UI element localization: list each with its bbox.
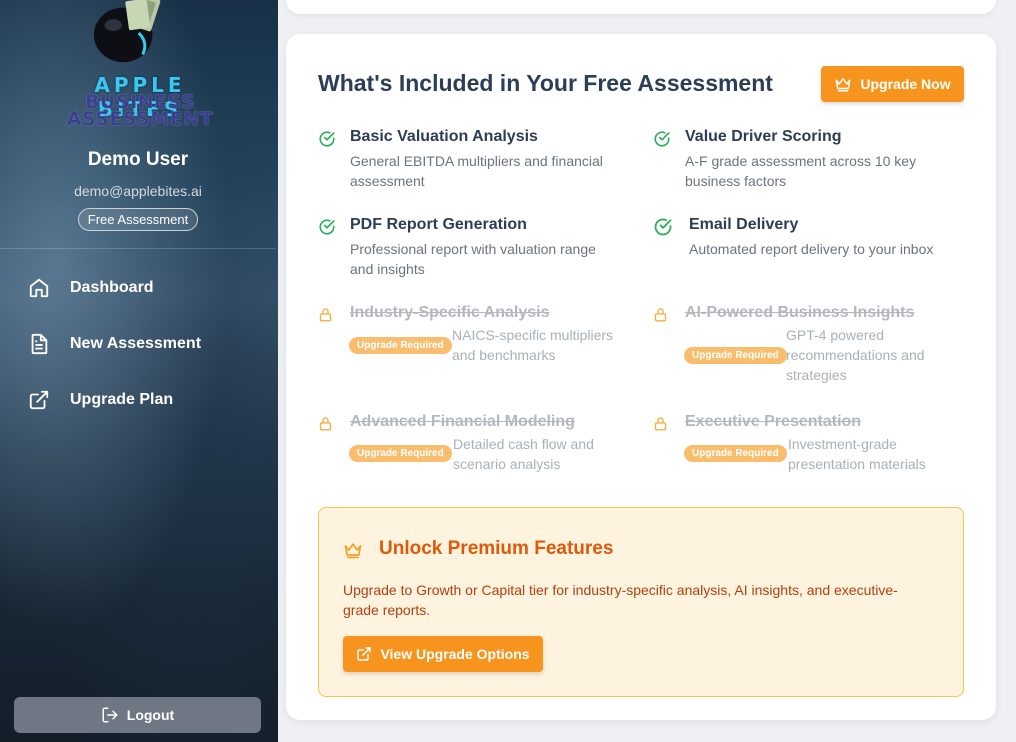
upgrade-required-badge: Upgrade Required [684, 445, 787, 462]
nav-item-label: Upgrade Plan [70, 391, 174, 408]
feature-title: Executive Presentation [685, 413, 862, 430]
lock-icon [319, 308, 332, 322]
locked-feature-item: Industry-Specific Analysis Upgrade Requi… [318, 304, 613, 384]
view-upgrade-options-label: View Upgrade Options [380, 646, 530, 662]
check-circle-icon [654, 218, 672, 236]
lock-icon [654, 308, 667, 322]
feature-item: PDF Report Generation Professional repor… [318, 216, 608, 277]
feature-title: AI-Powered Business Insights [685, 304, 915, 321]
check-circle-icon [319, 219, 335, 235]
feature-title: Basic Valuation Analysis [350, 128, 538, 145]
feature-title: Industry-Specific Analysis [350, 304, 550, 321]
lock-icon [319, 417, 332, 431]
view-upgrade-options-button[interactable]: View Upgrade Options [343, 636, 543, 672]
home-icon [29, 278, 49, 298]
locked-feature-item: Executive Presentation Upgrade Required … [653, 413, 943, 473]
brand-subtitle-line2: ASSESSMENT [66, 108, 214, 130]
tier-badge: Free Assessment [77, 208, 199, 231]
upgrade-now-label: Upgrade Now [860, 76, 951, 92]
promo-title: Unlock Premium Features [379, 538, 614, 559]
feature-desc: Professional report with valuation range… [350, 241, 596, 277]
external-link-icon [357, 647, 372, 661]
brand-subtitle: BUSINESS ASSESSMENT [50, 93, 230, 130]
feature-title: Email Delivery [689, 216, 799, 233]
user-email: demo@applebites.ai [74, 183, 202, 199]
previous-card [286, 0, 996, 14]
check-circle-icon [654, 131, 670, 147]
crown-icon [835, 78, 851, 92]
nav-item-label: Dashboard [70, 279, 154, 296]
document-icon [31, 333, 48, 355]
feature-item: Email Delivery Automated report delivery… [653, 216, 943, 276]
feature-desc: A-F grade assessment across 10 key busin… [685, 153, 917, 189]
nav-item-label: New Assessment [70, 335, 202, 352]
feature-item: Basic Valuation Analysis General EBITDA … [318, 128, 608, 189]
feature-desc: NAICS-specific multipliers and benchmark… [452, 327, 614, 363]
feature-title: Value Driver Scoring [685, 128, 842, 145]
feature-desc: Detailed cash flow and scenario analysis [453, 436, 594, 472]
crown-icon [344, 543, 362, 559]
sidebar-divider [0, 248, 276, 249]
feature-desc: Investment-grade presentation materials [788, 436, 926, 472]
check-circle-icon [319, 131, 335, 147]
nav-item-dashboard[interactable]: Dashboard [28, 274, 154, 302]
user-name: Demo User [87, 149, 189, 170]
lock-icon [654, 417, 667, 431]
brand-logo: APPLE BITES BUSINESS ASSESSMENT [50, 0, 230, 135]
feature-item: Value Driver Scoring A-F grade assessmen… [653, 128, 943, 189]
upgrade-required-badge: Upgrade Required [349, 337, 452, 354]
included-features-card: What's Included in Your Free Assessment … [286, 34, 996, 720]
tier-badge-wrap: Free Assessment [0, 208, 276, 231]
external-link-icon [29, 390, 49, 410]
nav-item-upgrade-plan[interactable]: Upgrade Plan [28, 386, 173, 414]
unlock-premium-panel: Unlock Premium Features Upgrade to Growt… [318, 507, 964, 697]
upgrade-required-badge: Upgrade Required [684, 347, 787, 364]
feature-desc: General EBITDA multipliers and financial… [350, 153, 603, 189]
feature-title: Advanced Financial Modeling [350, 413, 575, 430]
feature-desc: Automated report delivery to your inbox [689, 241, 934, 257]
apple-logo-icon [93, 0, 161, 63]
logout-icon [102, 707, 118, 723]
locked-feature-item: AI-Powered Business Insights Upgrade Req… [653, 304, 943, 384]
feature-desc: GPT-4 powered recommendations and strate… [786, 327, 925, 383]
page-title: What's Included in Your Free Assessment [318, 70, 773, 96]
promo-text: Upgrade to Growth or Capital tier for in… [343, 582, 898, 618]
upgrade-required-badge: Upgrade Required [349, 445, 452, 462]
feature-title: PDF Report Generation [350, 216, 527, 233]
logout-label: Logout [126, 707, 175, 723]
sidebar: APPLE BITES BUSINESS ASSESSMENT Demo Use… [0, 0, 278, 742]
locked-feature-item: Advanced Financial Modeling Upgrade Requ… [318, 413, 608, 473]
logout-button[interactable]: Logout [14, 697, 261, 733]
upgrade-now-button[interactable]: Upgrade Now [821, 66, 964, 102]
nav-item-new-assessment[interactable]: New Assessment [28, 330, 201, 358]
